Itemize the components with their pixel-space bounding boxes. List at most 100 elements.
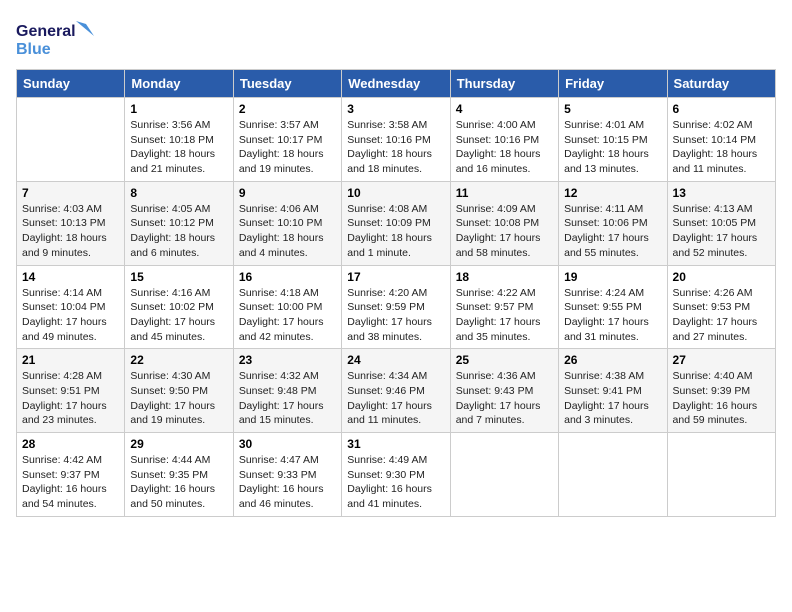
calendar-cell: 26 Sunrise: 4:38 AM Sunset: 9:41 PM Dayli… bbox=[559, 349, 667, 433]
cell-content: Sunrise: 4:00 AM Sunset: 10:16 PM Daylig… bbox=[456, 118, 553, 177]
calendar-week-1: 1 Sunrise: 3:56 AM Sunset: 10:18 PM Dayli… bbox=[17, 98, 776, 182]
day-number: 26 bbox=[564, 353, 661, 367]
calendar-cell: 9Sunrise: 4:06 AM Sunset: 10:10 PM Dayli… bbox=[233, 181, 341, 265]
cell-content: Sunrise: 4:38 AM Sunset: 9:41 PM Dayligh… bbox=[564, 369, 661, 428]
day-number: 25 bbox=[456, 353, 553, 367]
calendar-cell: 12 Sunrise: 4:11 AM Sunset: 10:06 PM Dayl… bbox=[559, 181, 667, 265]
cell-content: Sunrise: 4:05 AM Sunset: 10:12 PM Daylig… bbox=[130, 202, 227, 261]
day-number: 17 bbox=[347, 270, 444, 284]
day-number: 1 bbox=[130, 102, 227, 116]
calendar-cell: 4 Sunrise: 4:00 AM Sunset: 10:16 PM Dayli… bbox=[450, 98, 558, 182]
day-number: 31 bbox=[347, 437, 444, 451]
cell-content: Sunrise: 4:03 AM Sunset: 10:13 PM Daylig… bbox=[22, 202, 119, 261]
day-number: 13 bbox=[673, 186, 770, 200]
cell-content: Sunrise: 4:26 AM Sunset: 9:53 PM Dayligh… bbox=[673, 286, 770, 345]
calendar-cell: 8 Sunrise: 4:05 AM Sunset: 10:12 PM Dayli… bbox=[125, 181, 233, 265]
calendar-cell: 13 Sunrise: 4:13 AM Sunset: 10:05 PM Dayl… bbox=[667, 181, 775, 265]
day-number: 21 bbox=[22, 353, 119, 367]
calendar-header-row: SundayMondayTuesdayWednesdayThursdayFrid… bbox=[17, 70, 776, 98]
cell-content: Sunrise: 4:42 AM Sunset: 9:37 PM Dayligh… bbox=[22, 453, 119, 512]
day-number: 10 bbox=[347, 186, 444, 200]
header-friday: Friday bbox=[559, 70, 667, 98]
day-number: 5 bbox=[564, 102, 661, 116]
day-number: 22 bbox=[130, 353, 227, 367]
calendar-cell: 11 Sunrise: 4:09 AM Sunset: 10:08 PM Dayl… bbox=[450, 181, 558, 265]
svg-text:Blue: Blue bbox=[16, 41, 51, 58]
calendar-cell: 28 Sunrise: 4:42 AM Sunset: 9:37 PM Dayli… bbox=[17, 433, 125, 517]
calendar-cell: 20 Sunrise: 4:26 AM Sunset: 9:53 PM Dayli… bbox=[667, 265, 775, 349]
day-number: 8 bbox=[130, 186, 227, 200]
calendar-cell: 25Sunrise: 4:36 AM Sunset: 9:43 PM Dayli… bbox=[450, 349, 558, 433]
calendar-cell: 23 Sunrise: 4:32 AM Sunset: 9:48 PM Dayli… bbox=[233, 349, 341, 433]
cell-content: Sunrise: 4:47 AM Sunset: 9:33 PM Dayligh… bbox=[239, 453, 336, 512]
calendar-cell: 3 Sunrise: 3:58 AM Sunset: 10:16 PM Dayli… bbox=[342, 98, 450, 182]
calendar-cell bbox=[559, 433, 667, 517]
day-number: 27 bbox=[673, 353, 770, 367]
day-number: 19 bbox=[564, 270, 661, 284]
day-number: 3 bbox=[347, 102, 444, 116]
header-thursday: Thursday bbox=[450, 70, 558, 98]
cell-content: Sunrise: 4:08 AM Sunset: 10:09 PM Daylig… bbox=[347, 202, 444, 261]
cell-content: Sunrise: 4:24 AM Sunset: 9:55 PM Dayligh… bbox=[564, 286, 661, 345]
cell-content: Sunrise: 4:01 AM Sunset: 10:15 PM Daylig… bbox=[564, 118, 661, 177]
calendar-cell: 10 Sunrise: 4:08 AM Sunset: 10:09 PM Dayl… bbox=[342, 181, 450, 265]
calendar-cell: 29 Sunrise: 4:44 AM Sunset: 9:35 PM Dayli… bbox=[125, 433, 233, 517]
calendar-cell: 27 Sunrise: 4:40 AM Sunset: 9:39 PM Dayli… bbox=[667, 349, 775, 433]
cell-content: Sunrise: 3:58 AM Sunset: 10:16 PM Daylig… bbox=[347, 118, 444, 177]
cell-content: Sunrise: 4:09 AM Sunset: 10:08 PM Daylig… bbox=[456, 202, 553, 261]
cell-content: Sunrise: 4:40 AM Sunset: 9:39 PM Dayligh… bbox=[673, 369, 770, 428]
calendar-week-2: 7 Sunrise: 4:03 AM Sunset: 10:13 PM Dayli… bbox=[17, 181, 776, 265]
day-number: 23 bbox=[239, 353, 336, 367]
cell-content: Sunrise: 4:18 AM Sunset: 10:00 PM Daylig… bbox=[239, 286, 336, 345]
calendar-cell: 7 Sunrise: 4:03 AM Sunset: 10:13 PM Dayli… bbox=[17, 181, 125, 265]
header-saturday: Saturday bbox=[667, 70, 775, 98]
header-sunday: Sunday bbox=[17, 70, 125, 98]
day-number: 20 bbox=[673, 270, 770, 284]
calendar-cell: 5 Sunrise: 4:01 AM Sunset: 10:15 PM Dayli… bbox=[559, 98, 667, 182]
day-number: 4 bbox=[456, 102, 553, 116]
calendar-cell: 22 Sunrise: 4:30 AM Sunset: 9:50 PM Dayli… bbox=[125, 349, 233, 433]
calendar-cell: 19 Sunrise: 4:24 AM Sunset: 9:55 PM Dayli… bbox=[559, 265, 667, 349]
day-number: 15 bbox=[130, 270, 227, 284]
cell-content: Sunrise: 4:22 AM Sunset: 9:57 PM Dayligh… bbox=[456, 286, 553, 345]
calendar-week-5: 28 Sunrise: 4:42 AM Sunset: 9:37 PM Dayli… bbox=[17, 433, 776, 517]
day-number: 29 bbox=[130, 437, 227, 451]
day-number: 11 bbox=[456, 186, 553, 200]
cell-content: Sunrise: 4:32 AM Sunset: 9:48 PM Dayligh… bbox=[239, 369, 336, 428]
header-tuesday: Tuesday bbox=[233, 70, 341, 98]
day-number: 30 bbox=[239, 437, 336, 451]
cell-content: Sunrise: 3:56 AM Sunset: 10:18 PM Daylig… bbox=[130, 118, 227, 177]
cell-content: Sunrise: 4:49 AM Sunset: 9:30 PM Dayligh… bbox=[347, 453, 444, 512]
day-number: 24 bbox=[347, 353, 444, 367]
calendar-cell bbox=[667, 433, 775, 517]
calendar-cell: 15Sunrise: 4:16 AM Sunset: 10:02 PM Dayl… bbox=[125, 265, 233, 349]
calendar-week-4: 21 Sunrise: 4:28 AM Sunset: 9:51 PM Dayli… bbox=[17, 349, 776, 433]
calendar-cell: 21 Sunrise: 4:28 AM Sunset: 9:51 PM Dayli… bbox=[17, 349, 125, 433]
calendar-cell: 14Sunrise: 4:14 AM Sunset: 10:04 PM Dayl… bbox=[17, 265, 125, 349]
day-number: 16 bbox=[239, 270, 336, 284]
cell-content: Sunrise: 4:13 AM Sunset: 10:05 PM Daylig… bbox=[673, 202, 770, 261]
cell-content: Sunrise: 4:44 AM Sunset: 9:35 PM Dayligh… bbox=[130, 453, 227, 512]
svg-text:General: General bbox=[16, 23, 76, 40]
calendar-cell: 17 Sunrise: 4:20 AM Sunset: 9:59 PM Dayli… bbox=[342, 265, 450, 349]
logo-svg: GeneralBlue bbox=[16, 16, 96, 61]
calendar-cell: 24 Sunrise: 4:34 AM Sunset: 9:46 PM Dayli… bbox=[342, 349, 450, 433]
day-number: 28 bbox=[22, 437, 119, 451]
day-number: 6 bbox=[673, 102, 770, 116]
calendar-cell: 2Sunrise: 3:57 AM Sunset: 10:17 PM Dayli… bbox=[233, 98, 341, 182]
day-number: 14 bbox=[22, 270, 119, 284]
cell-content: Sunrise: 4:30 AM Sunset: 9:50 PM Dayligh… bbox=[130, 369, 227, 428]
cell-content: Sunrise: 4:11 AM Sunset: 10:06 PM Daylig… bbox=[564, 202, 661, 261]
day-number: 12 bbox=[564, 186, 661, 200]
cell-content: Sunrise: 4:28 AM Sunset: 9:51 PM Dayligh… bbox=[22, 369, 119, 428]
cell-content: Sunrise: 4:34 AM Sunset: 9:46 PM Dayligh… bbox=[347, 369, 444, 428]
day-number: 7 bbox=[22, 186, 119, 200]
day-number: 2 bbox=[239, 102, 336, 116]
calendar-cell: 16 Sunrise: 4:18 AM Sunset: 10:00 PM Dayl… bbox=[233, 265, 341, 349]
cell-content: Sunrise: 4:06 AM Sunset: 10:10 PM Daylig… bbox=[239, 202, 336, 261]
cell-content: Sunrise: 4:20 AM Sunset: 9:59 PM Dayligh… bbox=[347, 286, 444, 345]
page-header: GeneralBlue bbox=[16, 16, 776, 61]
cell-content: Sunrise: 4:02 AM Sunset: 10:14 PM Daylig… bbox=[673, 118, 770, 177]
header-monday: Monday bbox=[125, 70, 233, 98]
calendar-cell: 31 Sunrise: 4:49 AM Sunset: 9:30 PM Dayli… bbox=[342, 433, 450, 517]
